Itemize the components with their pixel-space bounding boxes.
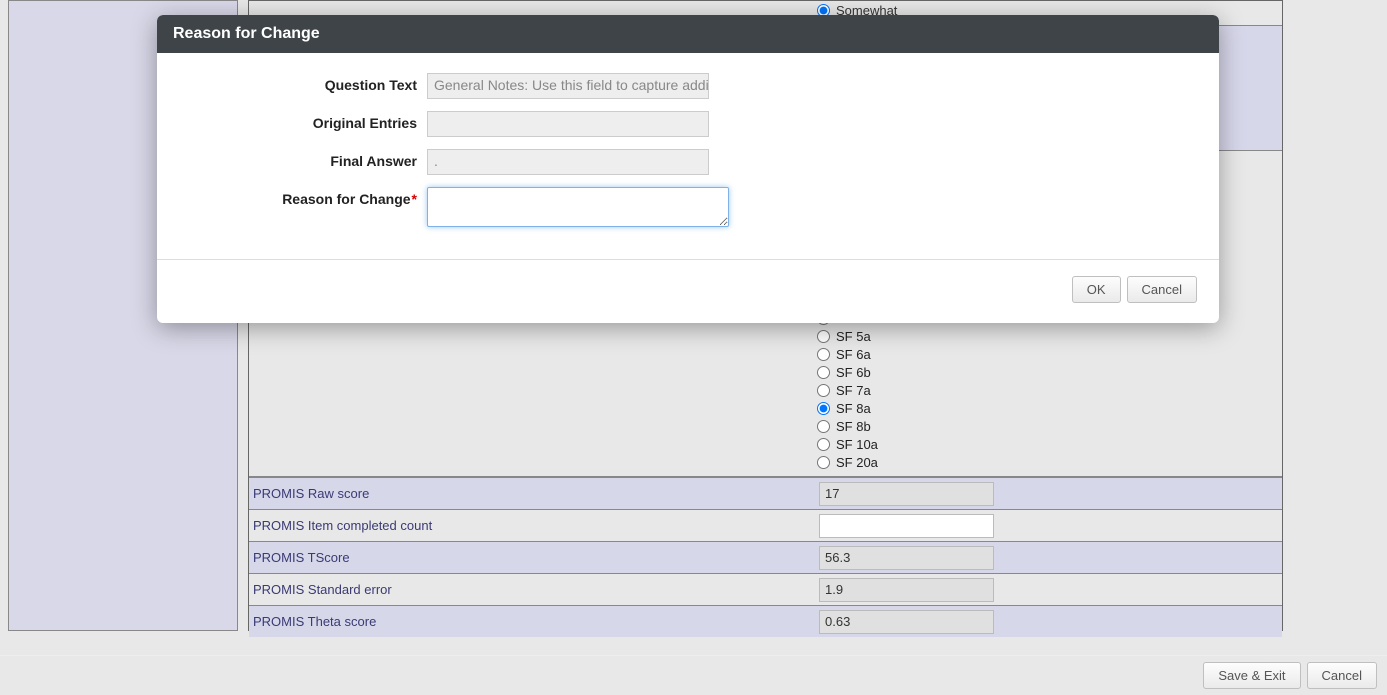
label-original-entries: Original Entries bbox=[157, 111, 427, 131]
sf-radio[interactable] bbox=[817, 402, 830, 415]
dialog-cancel-button[interactable]: Cancel bbox=[1127, 276, 1197, 303]
row-value-input bbox=[819, 578, 994, 602]
row-value-cell bbox=[817, 608, 1282, 636]
promis-rows: PROMIS Raw score PROMIS Item completed co… bbox=[249, 477, 1282, 637]
table-row: PROMIS Item completed count bbox=[249, 509, 1282, 541]
sf-radio[interactable] bbox=[817, 456, 830, 469]
row-label: PROMIS Standard error bbox=[249, 578, 817, 601]
sf-radio-label: SF 7a bbox=[836, 383, 871, 398]
row-value-cell bbox=[817, 480, 1282, 508]
dialog-footer: OK Cancel bbox=[157, 260, 1219, 323]
sf-radio-option[interactable]: SF 8b bbox=[817, 417, 878, 435]
sf-radio-option[interactable]: SF 5a bbox=[817, 327, 878, 345]
row-label: PROMIS Raw score bbox=[249, 482, 817, 505]
sf-radio[interactable] bbox=[817, 366, 830, 379]
sf-radio[interactable] bbox=[817, 348, 830, 361]
sf-radio[interactable] bbox=[817, 384, 830, 397]
sf-radio-label: SF 6b bbox=[836, 365, 871, 380]
reason-for-change-input[interactable] bbox=[427, 187, 729, 227]
row-final-answer: Final Answer . bbox=[157, 149, 1219, 175]
field-question-text: General Notes: Use this field to capture… bbox=[427, 73, 709, 99]
field-final-answer: . bbox=[427, 149, 709, 175]
sf-radio-label: SF 10a bbox=[836, 437, 878, 452]
row-value-cell bbox=[817, 512, 1282, 540]
sf-radio[interactable] bbox=[817, 330, 830, 343]
dialog-title: Reason for Change bbox=[157, 15, 1219, 53]
label-question-text: Question Text bbox=[157, 73, 427, 93]
sf-radio-label: SF 8a bbox=[836, 401, 871, 416]
label-reason-for-change-text: Reason for Change bbox=[282, 191, 410, 207]
table-row: PROMIS Raw score bbox=[249, 477, 1282, 509]
save-and-exit-button[interactable]: Save & Exit bbox=[1203, 662, 1300, 689]
page-cancel-button[interactable]: Cancel bbox=[1307, 662, 1377, 689]
table-row: PROMIS Theta score bbox=[249, 605, 1282, 637]
sf-radio[interactable] bbox=[817, 438, 830, 451]
sf-radio-label: SF 20a bbox=[836, 455, 878, 470]
row-value-input bbox=[819, 482, 994, 506]
reason-for-change-dialog: Reason for Change Question Text General … bbox=[157, 15, 1219, 323]
dialog-body: Question Text General Notes: Use this fi… bbox=[157, 53, 1219, 260]
row-label: PROMIS Theta score bbox=[249, 610, 817, 633]
row-original-entries: Original Entries bbox=[157, 111, 1219, 137]
sf-radio-option[interactable]: SF 20a bbox=[817, 453, 878, 471]
sf-radio-option[interactable]: SF 6b bbox=[817, 363, 878, 381]
label-final-answer: Final Answer bbox=[157, 149, 427, 169]
sf-radio-option[interactable]: SF 7a bbox=[817, 381, 878, 399]
row-label: PROMIS Item completed count bbox=[249, 514, 817, 537]
sf-radio-label: SF 8b bbox=[836, 419, 871, 434]
sf-radio-label: SF 6a bbox=[836, 347, 871, 362]
label-reason-for-change: Reason for Change* bbox=[157, 187, 427, 207]
row-label: PROMIS TScore bbox=[249, 546, 817, 569]
sf-radio-option[interactable]: SF 6a bbox=[817, 345, 878, 363]
row-question-text: Question Text General Notes: Use this fi… bbox=[157, 73, 1219, 99]
sf-radio-label: SF 5a bbox=[836, 329, 871, 344]
sf-radio[interactable] bbox=[817, 420, 830, 433]
row-value-input bbox=[819, 610, 994, 634]
ok-button[interactable]: OK bbox=[1072, 276, 1121, 303]
required-asterisk-icon: * bbox=[412, 191, 417, 207]
field-original-entries bbox=[427, 111, 709, 137]
row-value-cell bbox=[817, 576, 1282, 604]
bottom-action-bar: Save & Exit Cancel bbox=[0, 655, 1387, 695]
table-row: PROMIS Standard error bbox=[249, 573, 1282, 605]
table-row: PROMIS TScore bbox=[249, 541, 1282, 573]
row-reason-for-change: Reason for Change* bbox=[157, 187, 1219, 227]
sf-radio-option[interactable]: SF 8a bbox=[817, 399, 878, 417]
row-value-cell bbox=[817, 544, 1282, 572]
row-value-input bbox=[819, 546, 994, 570]
sf-radio-option[interactable]: SF 10a bbox=[817, 435, 878, 453]
row-value-input[interactable] bbox=[819, 514, 994, 538]
